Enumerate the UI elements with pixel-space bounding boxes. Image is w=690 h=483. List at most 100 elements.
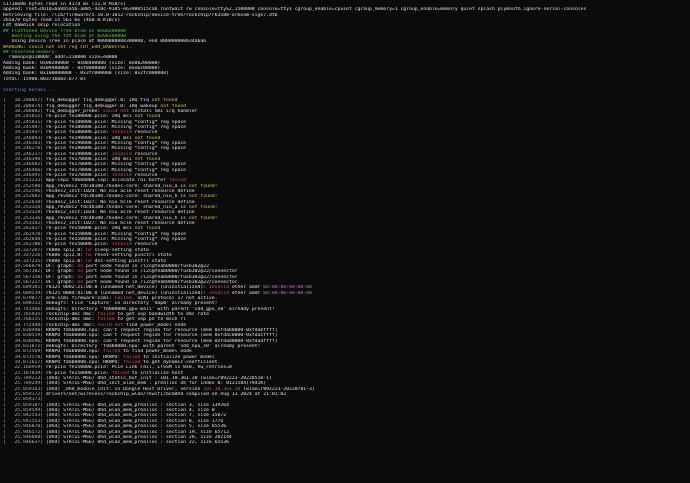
console-text: invalid: [111, 130, 132, 136]
console-text: [ 19.327235]: [3, 258, 46, 264]
console-text: [ 19.246390]: [3, 156, 46, 162]
console-text: SCMI protocol 17 not active.: [134, 295, 218, 301]
console-text: [ 19.245937]: [3, 130, 46, 136]
console-text: (wlan=r892223-20220701-3): [240, 386, 315, 392]
console-text: rockchip-dmc dmc:: [45, 322, 98, 328]
console-text: Failed.: [114, 295, 135, 301]
console-text: rockchip-dmc dmc:: [45, 317, 98, 323]
console-text: [ 19.741466]: [3, 306, 46, 312]
console-text: rk806 spi2.0:: [45, 247, 86, 253]
console-text: rk-pcie fe190000.pcie: Missing *config* …: [45, 146, 187, 152]
console-text: [ 19.830559]: [3, 333, 46, 339]
console-text: [ 19.252602]: [3, 194, 46, 200]
console-text: 101.10.361.20: [203, 386, 241, 392]
console-text: rk-pcie fe180000.pcie: Missing *config* …: [45, 124, 187, 130]
console-text: rk-pcie fe170000.pcie: Missing *config* …: [45, 162, 187, 168]
console-text: r8125 0004:41:00.0 (unnamed net_device) …: [45, 290, 209, 296]
console-text: RKNPU fdab0000.npu: RKNPU:: [45, 354, 124, 360]
console-text: [ 19.327226]: [3, 253, 46, 259]
console-text: not found!: [188, 215, 218, 221]
console-text: RKNPU fdab0000.npu: RKNPU:: [45, 360, 124, 366]
console-text: [ 19.262470]: [3, 231, 46, 237]
console-text: RKNPU fdab0000.npu: can't request region…: [45, 338, 278, 344]
console-text: [ 19.252580]: [3, 183, 46, 189]
console-text: rk-pcie fe180000.pcie:: [45, 130, 112, 136]
console-text: failed: [123, 360, 141, 366]
console-text: invalid: [111, 173, 132, 178]
console-text: resource: [131, 130, 158, 136]
console-text: [ 19.262648]: [3, 237, 46, 243]
console-text: rk806 spi2.0:: [45, 258, 86, 264]
console-text: port node found in /i2c@feab0000/fusb302…: [83, 279, 238, 285]
console-text: not found!: [188, 205, 218, 211]
console-text: append: root=UUID=6a9a5a56-a005-4c0c-918…: [3, 7, 587, 13]
console-text: to find power_model node: [120, 349, 192, 355]
console-text: not found!: [188, 183, 218, 189]
console-text: [ 19.246103]: [3, 140, 46, 146]
console-text: resource: [131, 242, 158, 248]
console-text: [ 19.246466]: [3, 167, 46, 173]
console-text: rk-pcie fe150000.pcie: PCIe Link Fail, L…: [45, 365, 232, 371]
console-text: could not: [97, 322, 124, 328]
console-text: [dhd] _dhd_module_init: in Dongle Host D…: [45, 386, 204, 392]
console-text: OF: graph:: [45, 263, 78, 269]
console-text: [ 25.789223]: [3, 376, 46, 382]
console-text: [ 19.765935]: [3, 311, 46, 317]
console-text: mpp-iep2 fdbb0000.iep: allocate roi buff…: [45, 178, 169, 184]
console-text: RKNPU fdab0000.npu: can't request region…: [45, 333, 278, 339]
console-text: Invalid: [208, 290, 229, 296]
console-text: 51716608 bytes read in 4174 ms (11.8 MiB…: [3, 2, 126, 7]
console-text: Fdt Ramdisk skip relocation: [3, 23, 81, 29]
console-text: rk-pcie fe170000.pcie: Missing *config* …: [45, 167, 187, 173]
console-text: [ 25.946070]: [3, 424, 46, 430]
console-text: [ 25.946572]: [3, 429, 46, 435]
console-text: not found: [151, 98, 178, 104]
console-text: [ 19.609101]: [3, 285, 46, 291]
console-text: [dhd] STATIC-MSG) dhd_wlan_mem_prealloc …: [45, 408, 215, 414]
console-text: failed: [111, 370, 129, 376]
console-text: rk-pcie fe170000.pcie: IRQ msi: [45, 156, 135, 162]
console-text: WARNING: could not set reg FDT_ERR_BADOF…: [3, 44, 132, 50]
console-text: [ 19.246491]: [3, 173, 46, 178]
console-text: [ 19.567102]: [3, 269, 46, 275]
console-text: [ 19.246276]: [3, 146, 46, 152]
console-text: [ 19.831872]: [3, 344, 46, 349]
console-text: rk-pcie fe150000.pcie:: [45, 242, 112, 248]
console-line: [ 25.946637] [dhd] STATIC-MSG) dhd_wlan_…: [3, 440, 687, 445]
console-text: rk806 spi2.0:: [45, 253, 86, 259]
console-text: ## reserved-memory:: [3, 50, 58, 56]
console-text: failed: [168, 178, 187, 184]
console-text: debugfs: Directory 'fdab0000.npu' with p…: [45, 344, 261, 349]
console-text: rk-pcie fe180000.pcie: IRQ msi: [45, 114, 135, 120]
console-text: invalid: [111, 242, 132, 248]
console-text: [ 19.567217]: [3, 279, 46, 285]
console-text: Retrieving file: /lib/firmware/5.10.0-10…: [3, 12, 278, 18]
console-text: fiq_debugger_probe:: [45, 108, 104, 114]
console-text: failed: [97, 311, 115, 317]
console-text: 00:00:00:00:00:00: [263, 290, 312, 296]
console-text: install nmi irq handler: [128, 108, 198, 114]
console-text: not found: [160, 103, 187, 109]
terminal-console[interactable]: 51716608 bytes read in 4174 ms (11.8 MiB…: [0, 0, 690, 483]
console-text: [ 19.872617]: [3, 360, 46, 366]
console-text: [dhd] STATIC-MSG) dhd_wlan_mem_prealloc …: [45, 413, 227, 419]
console-text: ether addr: [228, 290, 264, 296]
console-text: debugfs: File 'Capture' in directory 'da…: [45, 301, 218, 307]
console-text: [ 25.789249]: [3, 381, 46, 387]
console-text: r8125 0002:21:00.0 (unnamed net_device) …: [45, 285, 209, 291]
console-text: [ 19.253342]: [3, 221, 46, 227]
console-text: resource: [131, 151, 158, 157]
console-text: [ 25.859172]: [3, 392, 46, 398]
console-text: failed: [97, 317, 115, 323]
console-text: ramoops@110000: addr=110000 size=e0000: [3, 55, 118, 61]
console-text: to get vop pn to msch rl: [114, 317, 187, 323]
console-text: not found: [134, 226, 161, 232]
console-text: [ 18.208074]: [3, 103, 46, 109]
console-text: sleep-setting state: [91, 247, 149, 253]
console-text: could not: [103, 108, 129, 114]
console-text: [ 22.166959]: [3, 365, 46, 371]
console-text: rk-pcie fe150000.pcie: Missing *config* …: [45, 237, 187, 243]
console-text: [ 19.872569]: [3, 349, 46, 355]
console-text: [ 19.679077]: [3, 295, 46, 301]
console-text: [ 18.208057]: [3, 98, 46, 104]
